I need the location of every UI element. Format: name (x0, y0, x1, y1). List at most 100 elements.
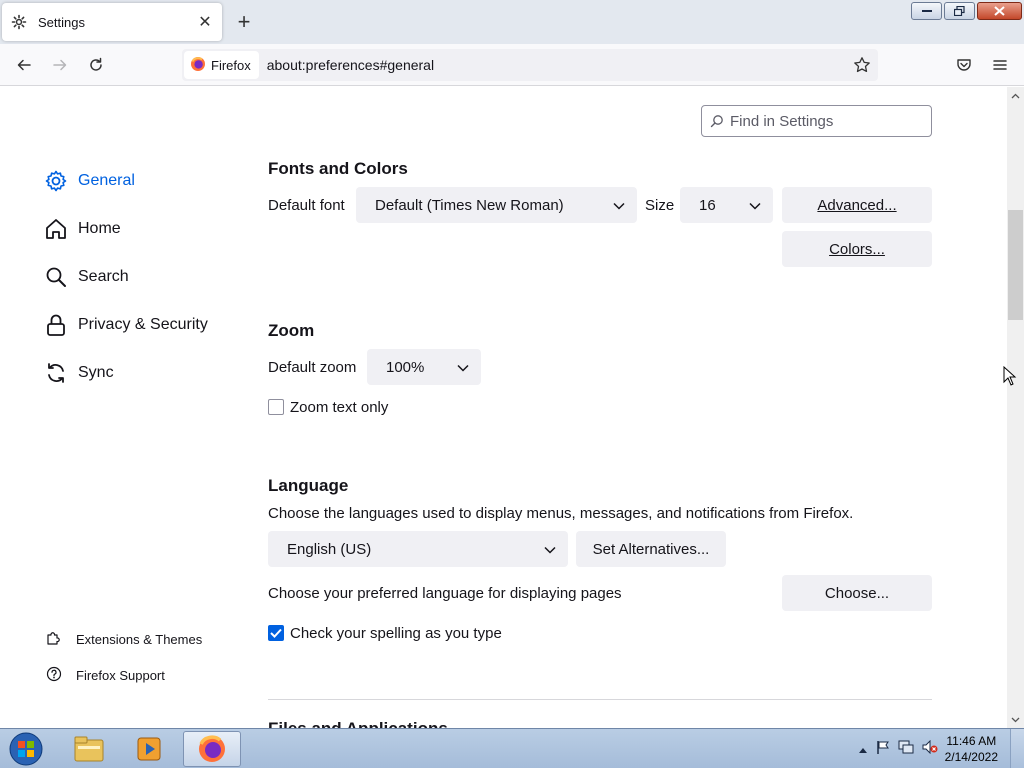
gear-icon (10, 13, 28, 31)
sidebar-item-general[interactable]: General (44, 169, 135, 193)
checkmark-icon (270, 628, 282, 638)
firefox-support-link[interactable]: Firefox Support (46, 666, 165, 685)
default-zoom-value: 100% (386, 358, 425, 376)
sidebar-item-sync[interactable]: Sync (44, 361, 114, 385)
colors-button[interactable]: Colors... (782, 231, 932, 267)
set-alternatives-button[interactable]: Set Alternatives... (576, 531, 726, 567)
new-tab-button[interactable]: + (232, 9, 256, 34)
minimize-button[interactable] (911, 2, 942, 20)
tab-title: Settings (38, 14, 85, 30)
search-input[interactable]: Find in Settings (701, 105, 932, 137)
help-icon (46, 666, 62, 685)
sidebar-item-privacy[interactable]: Privacy & Security (44, 313, 208, 337)
media-player-icon (137, 737, 161, 761)
start-button[interactable] (6, 731, 46, 767)
scroll-up-arrow-icon[interactable] (1007, 87, 1024, 104)
pocket-icon (957, 59, 971, 71)
show-hidden-icons-icon[interactable] (858, 741, 868, 758)
section-divider (268, 699, 932, 700)
show-desktop-button[interactable] (1010, 729, 1024, 768)
reload-button[interactable] (84, 53, 108, 77)
spellcheck-checkbox[interactable] (268, 625, 284, 641)
hamburger-menu-icon (993, 60, 1007, 70)
tab-settings[interactable]: Settings ✕ (2, 3, 222, 41)
firefox-support-label: Firefox Support (76, 668, 165, 683)
advanced-fonts-button[interactable]: Advanced... (782, 187, 932, 223)
app-menu-button[interactable] (988, 53, 1012, 77)
default-font-select[interactable]: Default (Times New Roman) (356, 187, 637, 223)
language-select[interactable]: English (US) (268, 531, 568, 567)
system-tray (858, 739, 938, 758)
forward-arrow-icon (53, 59, 67, 71)
sidebar-item-search[interactable]: Search (44, 265, 129, 289)
nav-bar: Firefox about:preferences#general (0, 44, 1024, 86)
volume-muted-icon[interactable] (922, 739, 938, 758)
choose-language-button[interactable]: Choose... (782, 575, 932, 611)
chevron-down-icon (613, 197, 625, 214)
default-zoom-select[interactable]: 100% (367, 349, 481, 385)
spellcheck-label[interactable]: Check your spelling as you type (290, 625, 502, 642)
window-controls (911, 2, 1022, 20)
firefox-logo-icon (199, 735, 225, 762)
sidebar-item-label: Privacy & Security (78, 316, 208, 333)
language-value: English (US) (287, 540, 372, 558)
home-icon (44, 217, 68, 241)
search-icon (710, 115, 723, 128)
bookmark-star-icon[interactable] (850, 53, 874, 77)
identity-box[interactable]: Firefox (184, 51, 259, 79)
default-font-value: Default (Times New Roman) (375, 196, 564, 214)
identity-label: Firefox (211, 57, 251, 73)
taskbar-explorer[interactable] (60, 731, 118, 767)
zoom-text-only-label[interactable]: Zoom text only (290, 399, 388, 416)
forward-button[interactable] (48, 53, 72, 77)
sidebar-item-label: Home (78, 220, 121, 237)
sidebar-item-label: Sync (78, 364, 114, 381)
search-placeholder: Find in Settings (730, 112, 834, 130)
scrollbar-thumb[interactable] (1008, 210, 1023, 320)
gear-icon (44, 169, 68, 193)
clock-time: 11:46 AM (946, 734, 997, 748)
clock-date: 2/14/2022 (944, 750, 998, 764)
network-icon[interactable] (898, 740, 914, 758)
fonts-colors-heading: Fonts and Colors (268, 159, 408, 178)
pocket-button[interactable] (952, 53, 976, 77)
taskbar-firefox[interactable] (183, 731, 241, 767)
extensions-themes-link[interactable]: Extensions & Themes (46, 630, 202, 649)
chevron-down-icon (544, 541, 556, 558)
restore-button[interactable] (944, 2, 975, 20)
reload-icon (90, 57, 102, 71)
close-window-button[interactable] (977, 2, 1022, 20)
lock-icon (44, 313, 68, 337)
font-size-value: 16 (699, 196, 716, 214)
preferred-language-label: Choose your preferred language for displ… (268, 585, 622, 602)
firefox-logo-icon (190, 56, 206, 75)
default-font-label: Default font (268, 197, 345, 214)
sync-icon (44, 361, 68, 385)
search-icon (44, 265, 68, 289)
back-arrow-icon (17, 59, 31, 71)
puzzle-icon (46, 630, 62, 649)
taskbar: 11:46 AM 2/14/2022 (0, 728, 1024, 768)
action-center-flag-icon[interactable] (876, 740, 890, 758)
language-description: Choose the languages used to display men… (268, 505, 854, 522)
url-bar[interactable]: Firefox about:preferences#general (182, 49, 878, 81)
page-scrollbar[interactable] (1007, 87, 1024, 728)
back-button[interactable] (12, 53, 36, 77)
windows-logo-icon (9, 732, 43, 766)
zoom-text-only-checkbox[interactable] (268, 399, 284, 415)
taskbar-media-player[interactable] (120, 731, 178, 767)
language-heading: Language (268, 476, 349, 495)
font-size-select[interactable]: 16 (680, 187, 773, 223)
url-text[interactable]: about:preferences#general (267, 57, 850, 73)
folder-icon (74, 736, 104, 762)
taskbar-clock[interactable]: 11:46 AM 2/14/2022 (945, 733, 998, 765)
sidebar-item-home[interactable]: Home (44, 217, 121, 241)
scroll-down-arrow-icon[interactable] (1007, 711, 1024, 728)
chevron-down-icon (457, 359, 469, 376)
files-applications-heading: Files and Applications (268, 719, 448, 728)
sidebar-item-label: Search (78, 268, 129, 285)
extensions-themes-label: Extensions & Themes (76, 632, 203, 647)
close-icon[interactable]: ✕ (196, 13, 214, 31)
sidebar-item-label: General (78, 172, 135, 189)
size-label: Size (645, 197, 675, 214)
